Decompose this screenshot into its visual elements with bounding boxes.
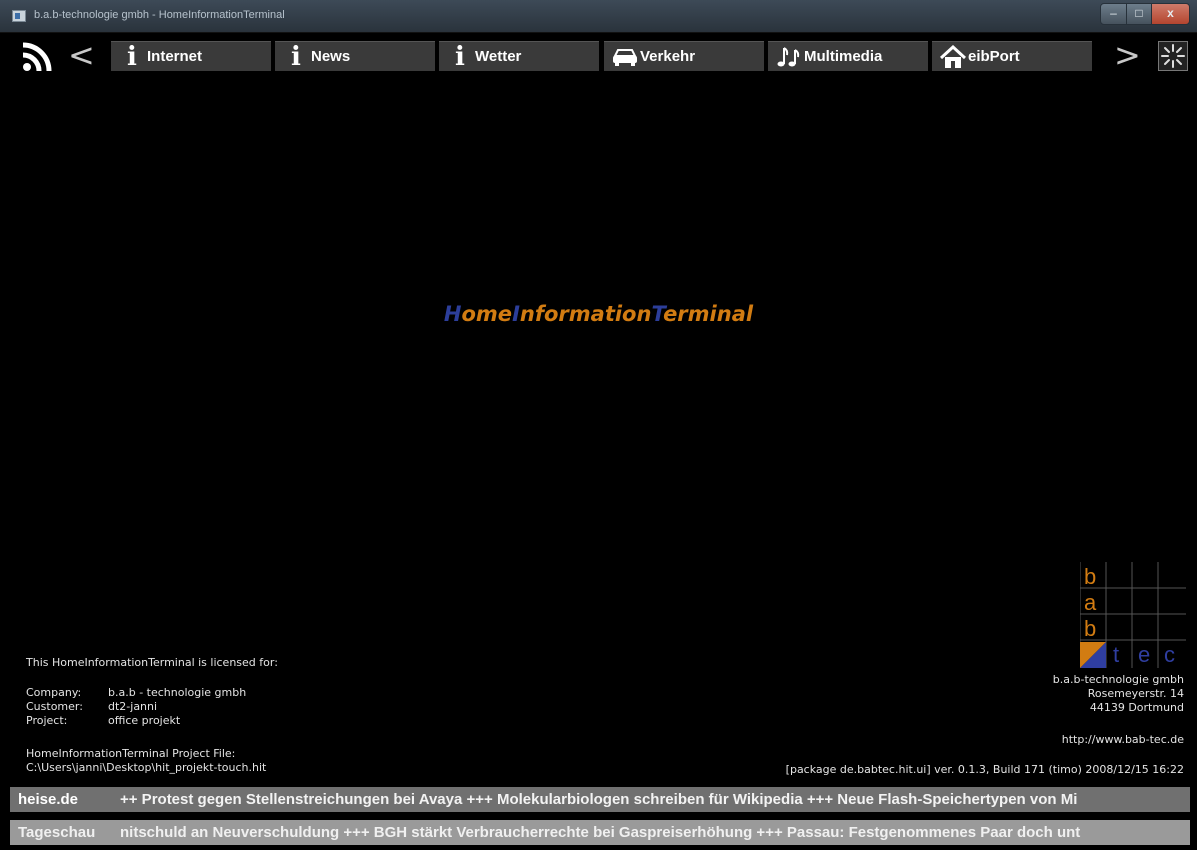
maximize-button[interactable]: □ (1126, 3, 1152, 25)
logo-letter: c (1164, 642, 1175, 667)
ticker-source: Tageschau (18, 824, 96, 841)
license-value: b.a.b - technologie gmbh (108, 686, 247, 699)
license-key: Customer: (26, 700, 83, 713)
ticker-text: nitschuld an Neuverschuldung +++ BGH stä… (120, 824, 1081, 841)
title-part: T (651, 302, 664, 326)
license-value: office projekt (108, 714, 181, 727)
app-icon (12, 10, 26, 22)
license-key: Company: (26, 686, 82, 699)
logo-letter: b (1084, 616, 1096, 641)
company-city: 44139 Dortmund (1089, 701, 1184, 714)
nav-button-wetter[interactable]: i Wetter (439, 41, 599, 71)
window-title: b.a.b-technologie gmbh - HomeInformation… (34, 9, 285, 21)
nav-button-internet[interactable]: i Internet (111, 41, 271, 71)
title-part: nformation (519, 302, 652, 326)
title-part: ome (461, 302, 513, 326)
company-url[interactable]: http://www.bab-tec.de (1062, 733, 1184, 746)
project-file-path: C:\Users\janni\Desktop\hit_projekt-touch… (26, 761, 267, 774)
info-icon: i (291, 42, 301, 72)
window-titlebar[interactable]: b.a.b-technologie gmbh - HomeInformation… (0, 0, 1197, 33)
logo-letter: a (1084, 590, 1097, 615)
nav-button-multimedia[interactable]: Multimedia (768, 41, 928, 71)
company-street: Rosemeyerstr. 14 (1087, 687, 1184, 700)
home-icon (940, 44, 966, 70)
news-ticker-heise[interactable]: heise.de ++ Protest gegen Stellenstreich… (10, 787, 1190, 812)
nav-button-label: News (311, 48, 351, 65)
company-name: b.a.b-technologie gmbh (1052, 673, 1184, 686)
music-note-icon (776, 44, 802, 70)
ticker-source: heise.de (18, 791, 79, 808)
logo-letter: e (1138, 642, 1150, 667)
version-info: [package de.babtec.hit.ui] ver. 0.1.3, B… (785, 763, 1184, 776)
news-ticker-tagesschau[interactable]: Tageschau nitschuld an Neuverschuldung +… (10, 820, 1190, 845)
ticker-text: ++ Protest gegen Stellenstreichungen bei… (120, 791, 1078, 808)
minimize-button[interactable]: – (1100, 3, 1127, 25)
nav-button-news[interactable]: i News (275, 41, 435, 71)
nav-button-label: Multimedia (804, 48, 883, 65)
logo-letter: b (1084, 564, 1096, 589)
title-part: I (512, 302, 520, 326)
project-file-label: HomeInformationTerminal Project File: (26, 747, 236, 760)
license-value: dt2-janni (108, 700, 158, 713)
rss-icon[interactable] (22, 42, 52, 72)
bab-tec-logo: b a b t e c (1080, 562, 1186, 668)
home-information-terminal-title: HomeInformationTerminal (0, 302, 1197, 326)
loading-spinner-icon[interactable] (1158, 41, 1188, 71)
nav-button-label: Wetter (475, 48, 522, 65)
title-part: erminal (663, 302, 754, 326)
navigation-bar: < i Internet i News i Wetter Verkehr Mul… (10, 36, 1190, 74)
nav-button-label: Internet (147, 48, 203, 65)
car-icon (612, 44, 638, 70)
nav-button-verkehr[interactable]: Verkehr (604, 41, 764, 71)
title-part: H (443, 302, 462, 326)
logo-letter: t (1113, 642, 1119, 667)
nav-button-label: Verkehr (640, 48, 696, 65)
info-icon: i (455, 42, 465, 72)
license-heading: This HomeInformationTerminal is licensed… (26, 656, 278, 669)
nav-button-label: eibPort (968, 48, 1020, 65)
next-arrow-button[interactable]: > (1114, 36, 1141, 74)
info-icon: i (127, 42, 137, 72)
license-key: Project: (26, 714, 68, 727)
previous-arrow-button[interactable]: < (68, 36, 95, 74)
nav-button-eibport[interactable]: eibPort (932, 41, 1092, 71)
close-button[interactable]: x (1151, 3, 1190, 25)
